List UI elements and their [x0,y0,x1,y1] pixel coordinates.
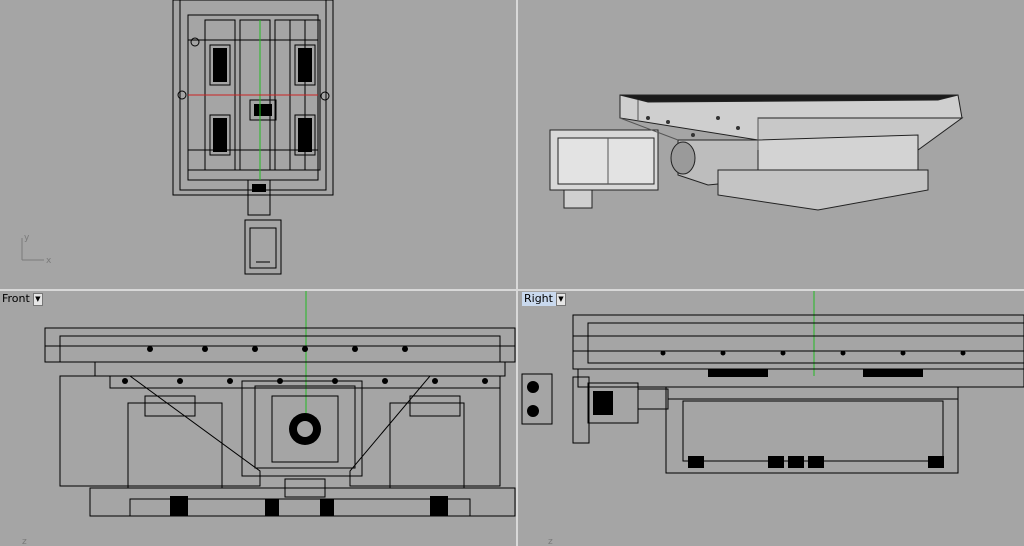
right-view-wireframe: z [521,291,1024,546]
front-view-wireframe: z [22,291,516,546]
viewport-divider-horizontal[interactable] [0,289,1024,291]
axis-label-y: y [24,233,30,243]
axis-label-z: z [548,537,553,546]
axis-label-z: z [22,537,27,546]
viewport-right[interactable]: Right ▼ z [518,291,1024,546]
viewport-divider-vertical[interactable] [516,0,518,546]
viewport-front[interactable]: Front ▼ z [0,291,516,546]
axis-label-x: x [46,256,52,266]
perspective-model [549,94,964,211]
viewport-perspective[interactable] [518,0,1024,289]
axis-triad-icon: y x [21,233,52,266]
viewport-top[interactable]: y x [0,0,516,289]
top-view-wireframe: y x [21,0,334,275]
